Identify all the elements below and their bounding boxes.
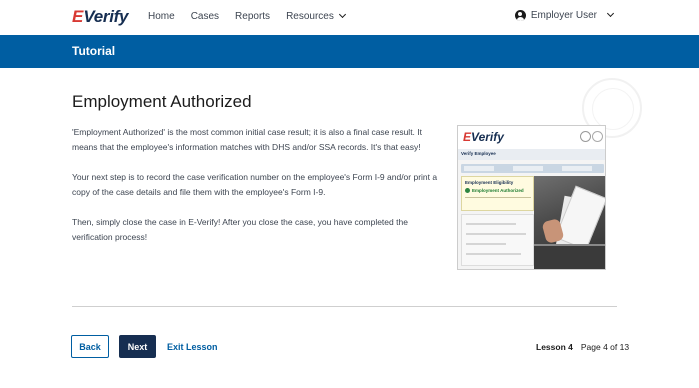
image-seal-icon bbox=[592, 131, 603, 142]
next-button[interactable]: Next bbox=[119, 335, 156, 358]
image-paper bbox=[554, 185, 605, 251]
image-step bbox=[562, 166, 592, 171]
everify-logo[interactable]: E Verify bbox=[72, 7, 128, 27]
top-navigation: E Verify Home Cases Reports Resources Em… bbox=[0, 0, 699, 34]
tutorial-banner: Tutorial bbox=[0, 35, 699, 68]
image-form bbox=[461, 214, 534, 266]
image-logo: EVerify bbox=[463, 130, 504, 144]
lesson-progress: Lesson 4 Page 4 of 13 bbox=[536, 342, 629, 352]
image-step bbox=[513, 166, 543, 171]
exit-lesson-link[interactable]: Exit Lesson bbox=[167, 342, 218, 352]
check-icon bbox=[465, 188, 470, 194]
image-status-label: Employment Authorized bbox=[472, 188, 524, 193]
banner-title: Tutorial bbox=[72, 44, 116, 58]
logo-verify: Verify bbox=[83, 7, 129, 26]
image-panel-lines bbox=[465, 197, 531, 207]
image-drawer bbox=[534, 244, 605, 269]
nav-resources[interactable]: Resources bbox=[286, 10, 346, 22]
image-header: EVerify bbox=[458, 126, 605, 149]
lesson-number: Lesson 4 bbox=[536, 342, 573, 352]
user-menu[interactable]: Employer User bbox=[514, 9, 615, 21]
page-title: Employment Authorized bbox=[72, 92, 252, 111]
nav-cases[interactable]: Cases bbox=[191, 11, 219, 22]
paragraph-2: Your next step is to record the case ver… bbox=[72, 172, 438, 197]
nav-home[interactable]: Home bbox=[148, 11, 175, 22]
user-icon bbox=[514, 10, 526, 21]
image-form-line bbox=[466, 253, 521, 255]
image-steps-bar bbox=[461, 164, 604, 173]
user-name: Employer User bbox=[530, 10, 597, 21]
divider bbox=[72, 306, 617, 307]
page-indicator: Page 4 of 13 bbox=[580, 342, 630, 352]
image-form-line bbox=[466, 243, 506, 245]
back-button[interactable]: Back bbox=[71, 335, 109, 358]
image-heading: Verify Employee bbox=[461, 151, 496, 156]
image-panel-title: Employment Eligibility bbox=[465, 180, 514, 185]
paragraph-1: 'Employment Authorized' is the most comm… bbox=[72, 127, 423, 152]
image-logo-verify: Verify bbox=[471, 130, 504, 144]
image-status: Employment Authorized bbox=[465, 188, 524, 194]
image-form-line bbox=[466, 223, 516, 225]
chevron-down-icon bbox=[338, 10, 346, 19]
image-result-panel: Employment Eligibility Employment Author… bbox=[461, 176, 534, 211]
nav-resources-label: Resources bbox=[286, 11, 334, 22]
image-form-line bbox=[466, 233, 526, 235]
image-seal-icon bbox=[580, 131, 591, 142]
chevron-down-icon bbox=[606, 9, 615, 18]
nav-links: Home Cases Reports Resources bbox=[148, 10, 346, 22]
image-step bbox=[464, 166, 494, 171]
nav-reports[interactable]: Reports bbox=[235, 11, 270, 22]
paragraph-3: Then, simply close the case in E-Verify!… bbox=[72, 217, 408, 242]
tutorial-image: EVerify Verify Employee Employment Eligi… bbox=[457, 125, 606, 270]
logo-e: E bbox=[72, 7, 84, 26]
image-logo-e: E bbox=[463, 130, 472, 144]
image-photo-filing bbox=[534, 176, 605, 269]
